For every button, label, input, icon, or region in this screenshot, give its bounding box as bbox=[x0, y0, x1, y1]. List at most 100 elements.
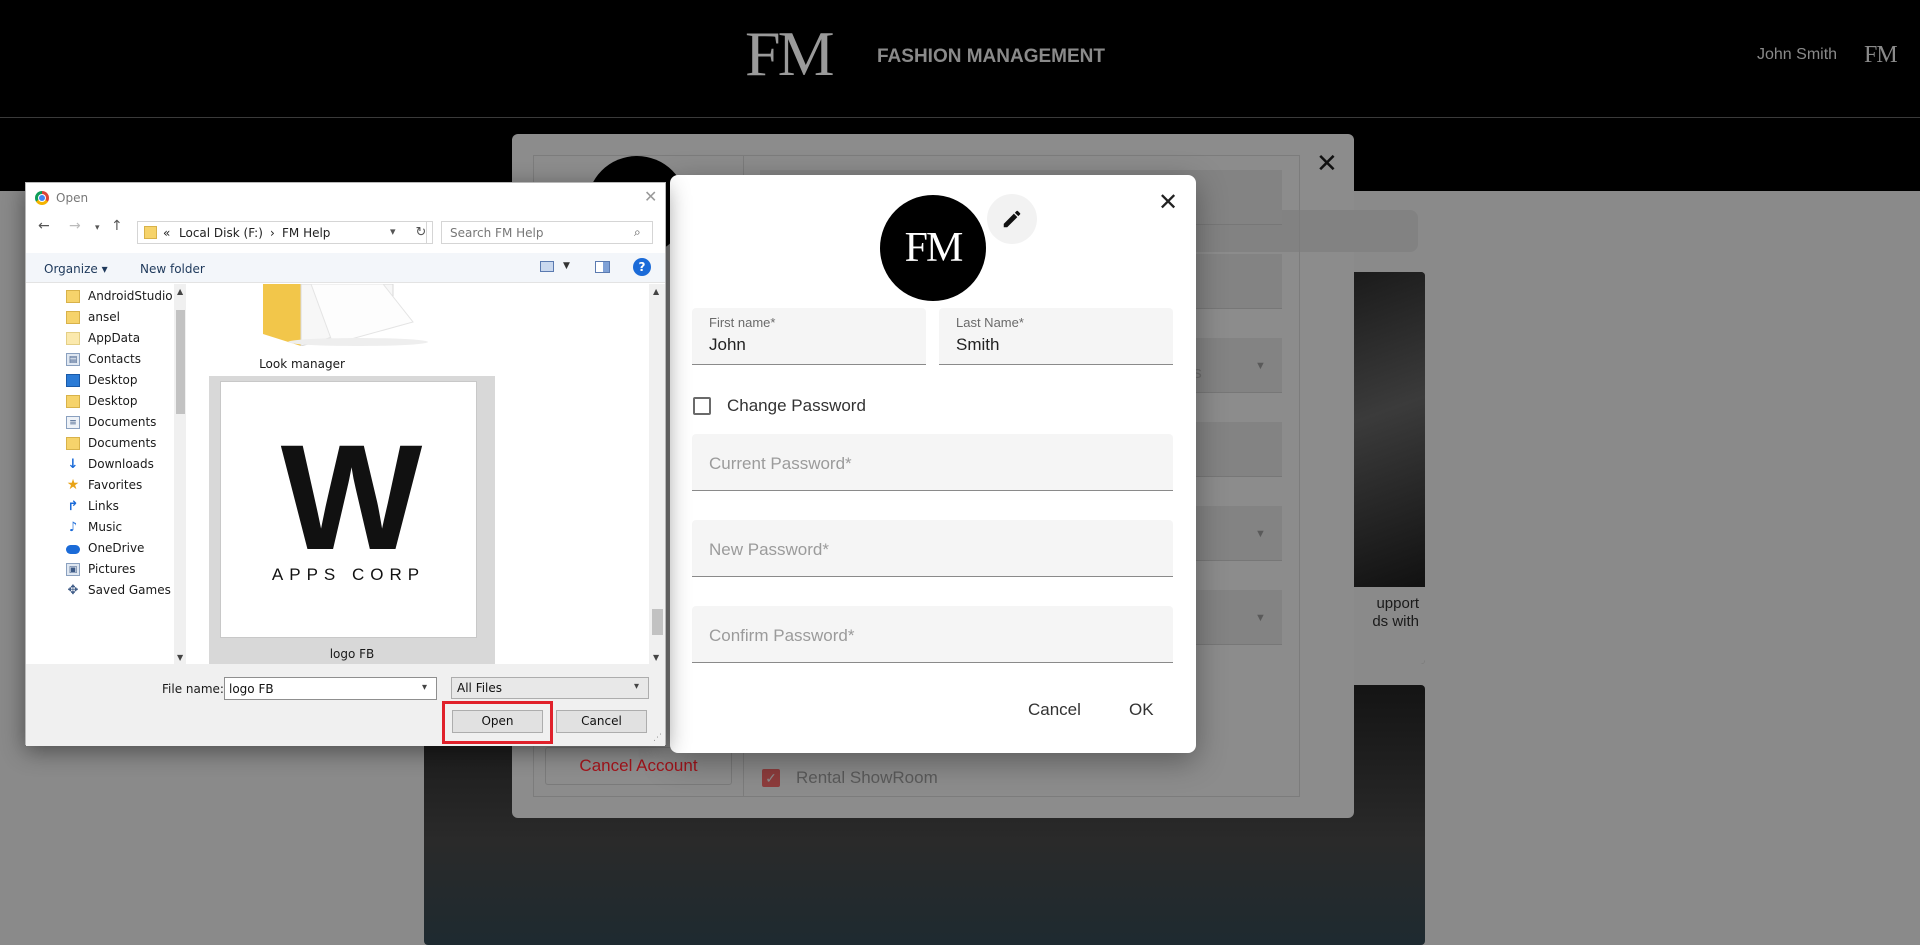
tree-item-label: ansel bbox=[88, 310, 120, 324]
current-password-field[interactable]: Current Password* bbox=[692, 434, 1173, 491]
tree-item-label: Links bbox=[88, 499, 119, 513]
last-name-label: Last Name* bbox=[956, 315, 1024, 330]
music-icon: ♪ bbox=[68, 520, 78, 535]
breadcrumb-drive[interactable]: Local Disk (F:) bbox=[179, 226, 263, 240]
tree-item-label: Documents bbox=[88, 415, 157, 429]
change-password-checkbox[interactable] bbox=[693, 397, 711, 415]
files-scrollbar-thumb[interactable] bbox=[652, 609, 663, 635]
tree-item-label: OneDrive bbox=[88, 541, 145, 555]
scroll-up-icon[interactable]: ▲ bbox=[653, 287, 659, 296]
view-mode-icon[interactable] bbox=[540, 261, 554, 272]
recent-locations-icon[interactable]: ▾ bbox=[95, 223, 100, 233]
file-name-input[interactable] bbox=[225, 678, 415, 699]
search-icon: ⌕ bbox=[634, 225, 641, 239]
scroll-down-icon[interactable]: ▼ bbox=[653, 653, 659, 662]
confirm-password-placeholder: Confirm Password* bbox=[709, 626, 855, 645]
resize-grip-icon[interactable]: ⋰ bbox=[653, 733, 662, 743]
back-arrow-icon[interactable]: ← bbox=[38, 218, 50, 234]
dialog-close-icon[interactable]: ✕ bbox=[644, 187, 657, 206]
close-icon[interactable]: ✕ bbox=[1158, 188, 1178, 217]
tree-item-label: Pictures bbox=[88, 562, 136, 576]
address-bar[interactable]: « Local Disk (F:) › FM Help ▾ bbox=[137, 221, 427, 244]
dialog-titlebar[interactable]: Open ✕ bbox=[26, 183, 665, 212]
folder-icon[interactable] bbox=[263, 284, 433, 346]
open-button[interactable]: Open bbox=[452, 710, 543, 733]
pictures-icon: ▣ bbox=[66, 563, 80, 576]
confirm-password-field[interactable]: Confirm Password* bbox=[692, 606, 1173, 663]
rental-showroom-checkbox[interactable]: ✓ bbox=[762, 769, 780, 787]
tree-item-label: Contacts bbox=[88, 352, 141, 366]
brand-logo[interactable]: FM bbox=[745, 22, 834, 86]
tree-item-label: AndroidStudio bbox=[88, 289, 173, 303]
user-avatar[interactable]: FM bbox=[1864, 42, 1898, 69]
star-icon: ★ bbox=[66, 477, 80, 493]
file-type-filter[interactable]: All Files ▾ bbox=[451, 677, 649, 699]
breadcrumb-folder[interactable]: FM Help bbox=[282, 226, 330, 240]
cancel-button[interactable]: Cancel bbox=[556, 710, 647, 733]
breadcrumb-prefix: « bbox=[163, 226, 171, 240]
tree-item-label: Favorites bbox=[88, 478, 143, 492]
scroll-up-icon[interactable]: ▲ bbox=[177, 287, 183, 296]
edit-avatar-button[interactable] bbox=[987, 194, 1037, 244]
document-icon: ≡ bbox=[66, 416, 80, 429]
help-icon[interactable]: ? bbox=[633, 258, 651, 276]
scroll-down-icon[interactable]: ▼ bbox=[177, 653, 183, 662]
new-password-placeholder: New Password* bbox=[709, 540, 829, 559]
files-scrollbar[interactable] bbox=[649, 284, 665, 664]
download-icon: ↓ bbox=[67, 457, 79, 472]
folder-icon bbox=[144, 226, 157, 239]
brand-name: FASHION MANAGEMENT bbox=[877, 46, 1105, 67]
tree-item-label: Documents bbox=[88, 436, 157, 450]
chevron-down-icon: ▼ bbox=[1255, 612, 1266, 624]
new-password-field[interactable]: New Password* bbox=[692, 520, 1173, 577]
caption-line-2: ds with bbox=[1372, 613, 1419, 630]
logo-thumbnail-letter: W bbox=[280, 413, 423, 581]
organize-menu[interactable]: Organize ▾ bbox=[44, 262, 108, 276]
chevron-down-icon[interactable]: ▾ bbox=[390, 225, 396, 238]
tree-scrollbar-thumb[interactable] bbox=[176, 310, 185, 414]
chevron-down-icon: ▾ bbox=[634, 681, 640, 692]
new-folder-button[interactable]: New folder bbox=[140, 262, 205, 276]
profile-cancel-button[interactable]: Cancel bbox=[1028, 700, 1081, 720]
refresh-icon[interactable]: ↻ bbox=[410, 221, 433, 244]
image-thumbnail[interactable]: W APPS CORP bbox=[220, 381, 477, 638]
forward-arrow-icon[interactable]: → bbox=[69, 218, 81, 234]
search-input[interactable] bbox=[442, 222, 652, 243]
open-file-dialog: Open ✕ ← → ▾ ↑ « Local Disk (F:) › FM He… bbox=[25, 182, 666, 746]
tree-item-label: Music bbox=[88, 520, 123, 534]
breadcrumb-separator: › bbox=[270, 226, 275, 240]
user-name[interactable]: John Smith bbox=[1757, 46, 1837, 64]
logo-thumbnail-caption: APPS CORP bbox=[271, 565, 426, 584]
current-password-placeholder: Current Password* bbox=[709, 454, 852, 473]
first-name-field[interactable]: First name* John bbox=[692, 308, 926, 365]
app-header: FM FASHION MANAGEMENT John Smith FM bbox=[0, 0, 1920, 118]
tree-item-label: Downloads bbox=[88, 457, 154, 471]
first-name-label: First name* bbox=[709, 315, 776, 330]
panel-close-icon[interactable]: ✕ bbox=[1316, 148, 1338, 179]
tree-item-label: Desktop bbox=[88, 394, 138, 408]
file-name-label: File name: bbox=[162, 682, 224, 696]
chrome-icon bbox=[35, 191, 49, 205]
link-icon: ↱ bbox=[67, 499, 79, 514]
up-arrow-icon[interactable]: ↑ bbox=[111, 218, 123, 234]
search-box[interactable]: ⌕ bbox=[441, 221, 653, 244]
command-bar: Organize ▾ New folder ▼ ? bbox=[26, 253, 665, 283]
caption-line-1: upport bbox=[1376, 595, 1419, 612]
chevron-down-icon[interactable]: ▼ bbox=[563, 261, 570, 271]
profile-ok-button[interactable]: OK bbox=[1129, 700, 1154, 720]
folder-icon bbox=[66, 332, 80, 345]
contacts-icon: ▤ bbox=[66, 353, 80, 366]
chevron-down-icon[interactable]: ▾ bbox=[422, 682, 427, 693]
tree-item-label: AppData bbox=[88, 331, 141, 345]
preview-pane-icon[interactable] bbox=[595, 261, 610, 273]
games-icon: ✥ bbox=[67, 583, 79, 598]
file-name-combobox[interactable]: ▾ bbox=[224, 677, 437, 700]
last-name-field[interactable]: Last Name* Smith bbox=[939, 308, 1173, 365]
tree-item-label: Saved Games bbox=[88, 583, 171, 597]
tree-item-label: Desktop bbox=[88, 373, 138, 387]
change-password-label[interactable]: Change Password bbox=[727, 396, 866, 416]
profile-avatar: FM bbox=[880, 195, 986, 301]
file-label[interactable]: Look manager bbox=[217, 357, 387, 371]
folder-icon bbox=[66, 311, 80, 324]
file-label[interactable]: logo FB bbox=[209, 647, 495, 661]
